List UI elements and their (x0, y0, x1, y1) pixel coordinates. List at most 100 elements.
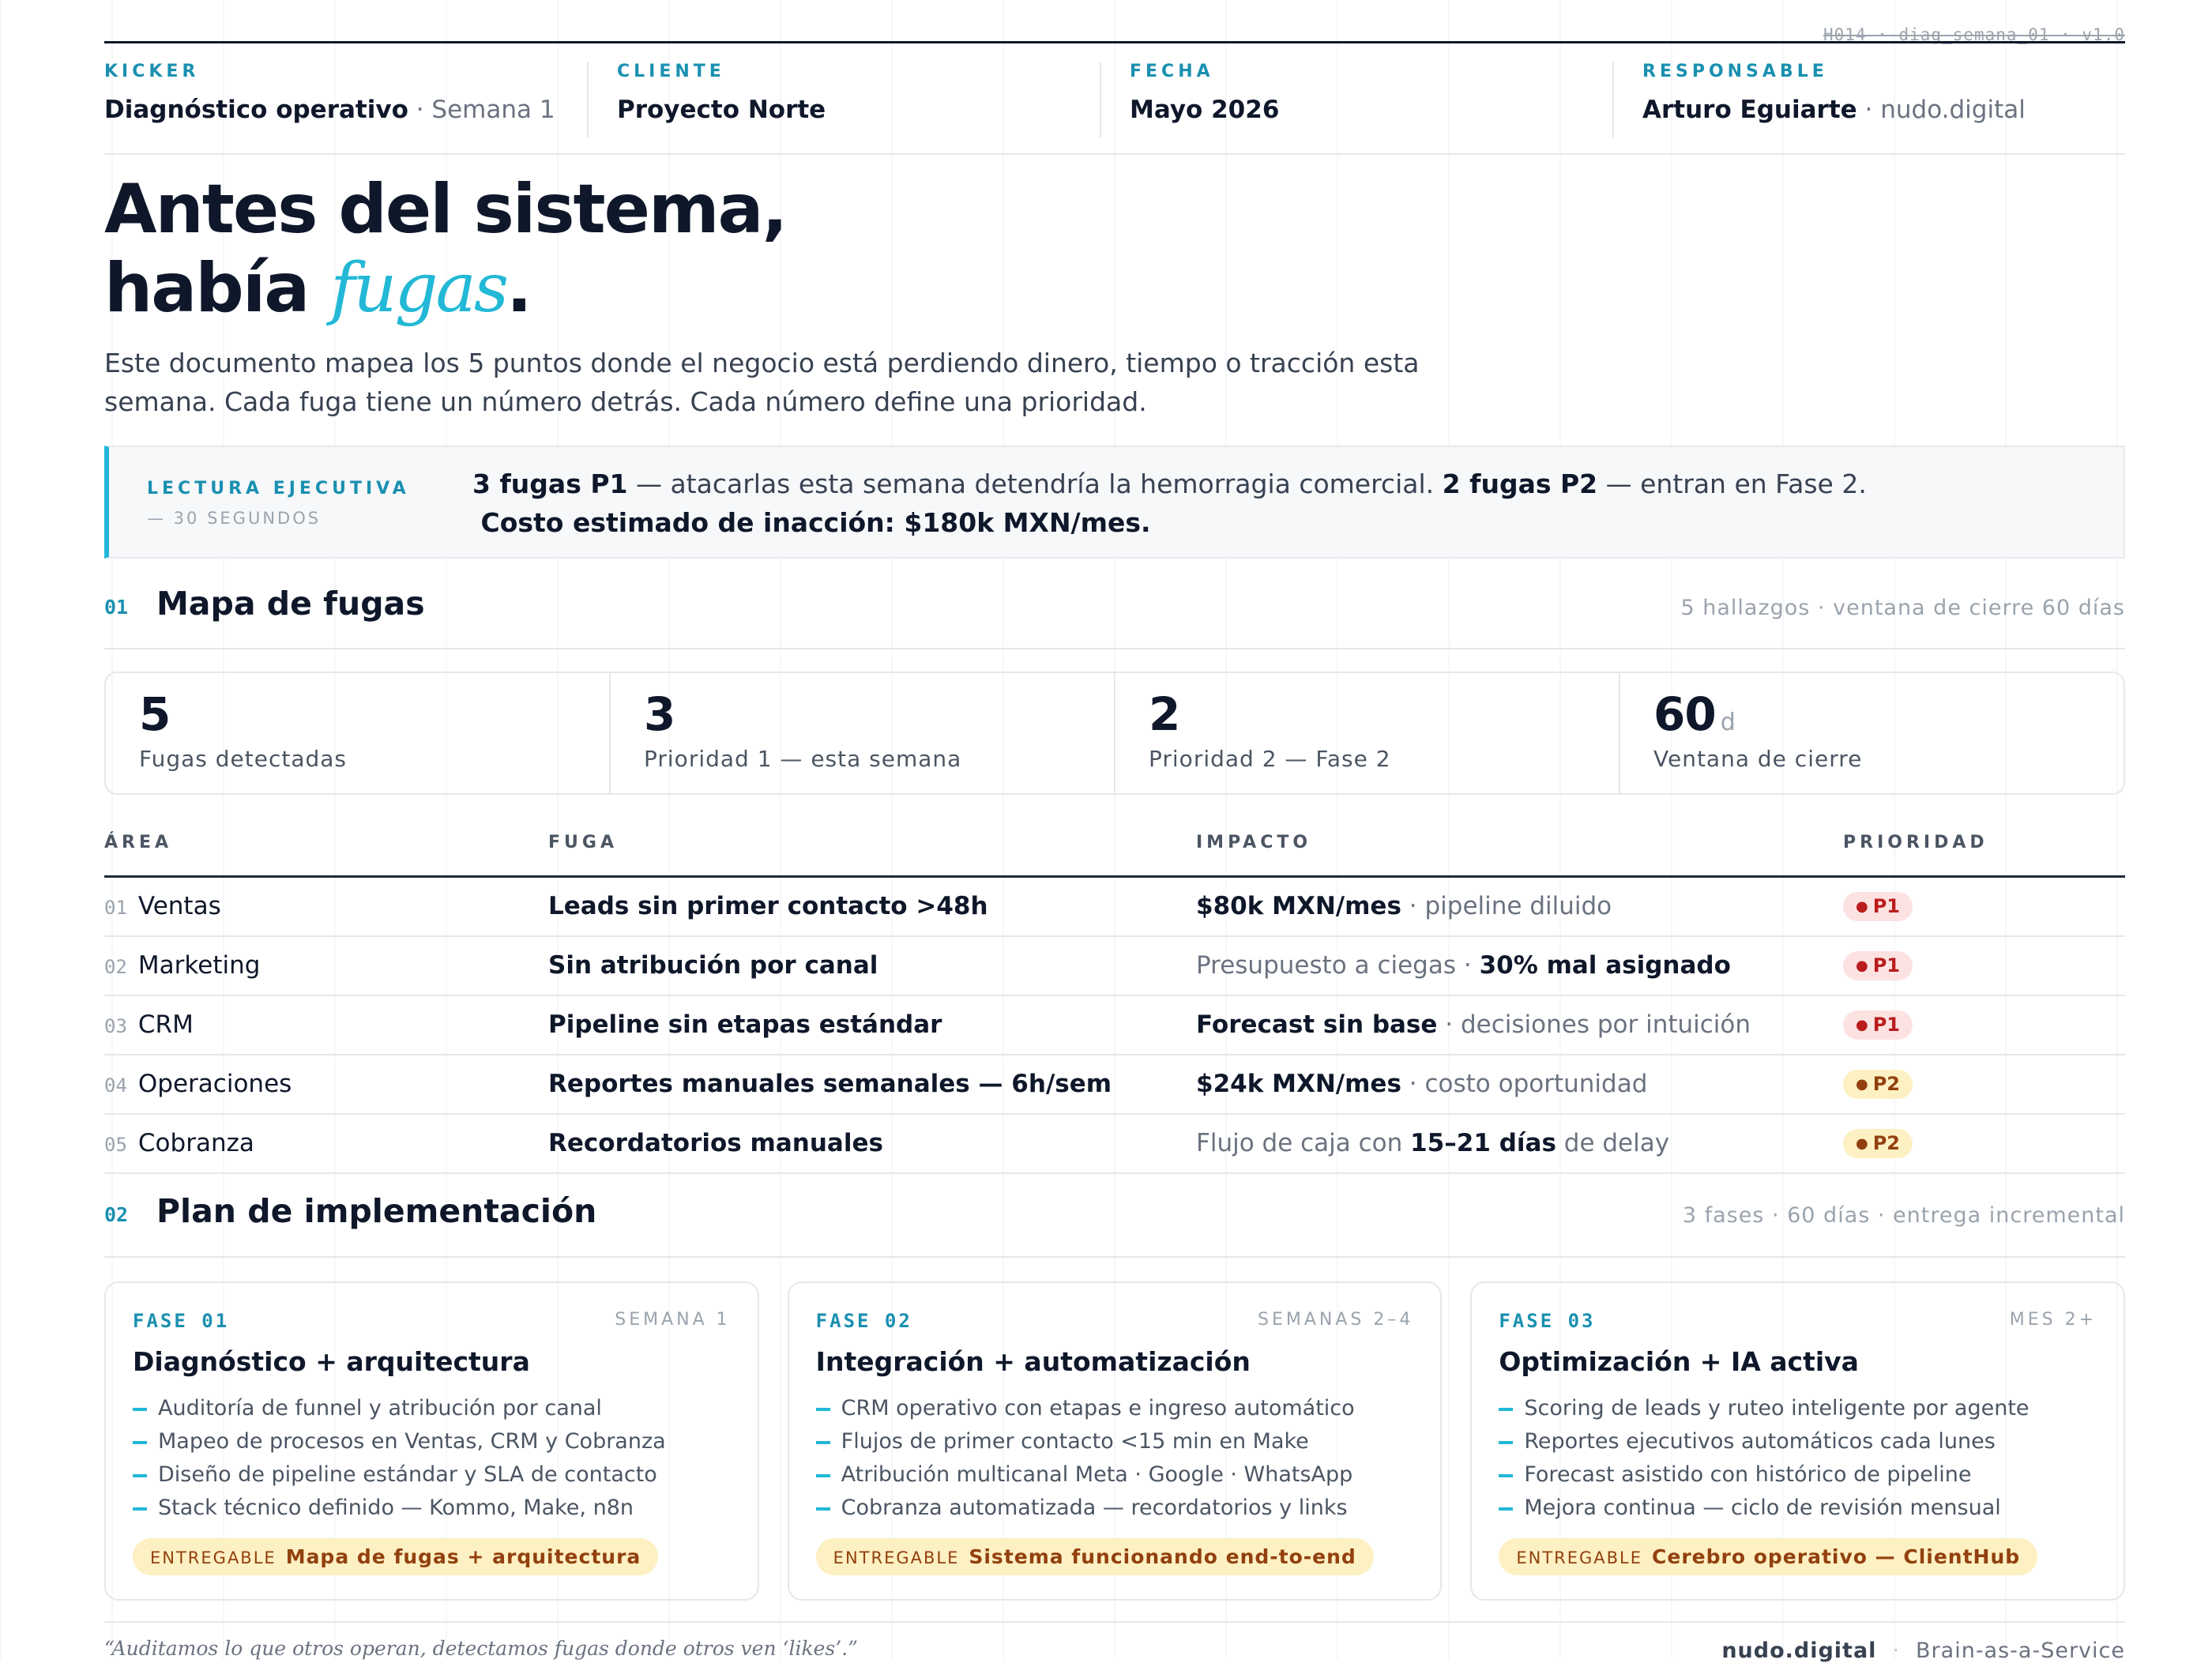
phase-title: Diagnóstico + arquitectura (133, 1346, 530, 1377)
section-header-leak-map: 01 Mapa de fugas 5 hallazgos · ventana d… (104, 581, 2125, 629)
priority-badge: ● P1 (1843, 1010, 1913, 1040)
meta-label: CLIENTE (617, 62, 725, 81)
phase-card: FASE 01 SEMANA 1 Diagnóstico + arquitect… (104, 1281, 759, 1601)
phase-card: FASE 02 SEMANAS 2–4 Integración + automa… (787, 1281, 1443, 1601)
section-number: 01 (104, 596, 129, 619)
hero-accent-word: fugas (330, 249, 509, 328)
exec-text: 3 fugas P1 — atacarlas esta semana deten… (472, 468, 1867, 538)
cell-priority: ● P2 (1843, 1127, 1913, 1158)
dash-icon (1499, 1507, 1514, 1511)
list-item: Reportes ejecutivos automáticos cada lun… (1499, 1425, 2108, 1458)
list-item: Diseño de pipeline estándar y SLA de con… (133, 1458, 742, 1492)
table-row: 01 Ventas Leads sin primer contacto >48h … (104, 878, 2125, 937)
meta-label: RESPONSABLE (1642, 62, 1828, 81)
brand-tagline: Brain-as-a-Service (1916, 1639, 2125, 1663)
phase-card: FASE 03 MES 2+ Optimización + IA activa … (1470, 1281, 2126, 1601)
stat-label: Ventana de cierre (1653, 746, 1863, 772)
cell-area: 03 CRM (104, 1010, 194, 1039)
phase-title: Integración + automatización (815, 1346, 1251, 1377)
phase-title: Optimización + IA activa (1499, 1346, 1859, 1377)
dash-icon (133, 1407, 147, 1411)
meta-label: FECHA (1130, 62, 1214, 81)
stat-label: Fugas detectadas (139, 746, 347, 772)
phases-row: FASE 01 SEMANA 1 Diagnóstico + arquitect… (104, 1281, 2126, 1601)
cell-leak: Pipeline sin etapas estándar (548, 1010, 942, 1039)
list-item: Flujos de primer contacto <15 min en Mak… (815, 1425, 1425, 1458)
dash-icon (815, 1507, 830, 1511)
stat-card: 5 Fugas detectadas (106, 673, 609, 793)
cell-area: 04 Operaciones (104, 1070, 292, 1098)
table-row: 03 CRM Pipeline sin etapas estándar Forec… (104, 996, 2125, 1055)
list-item: Mejora continua — ciclo de revisión mens… (1499, 1492, 2108, 1525)
list-item: Atribución multicanal Meta · Google · Wh… (815, 1458, 1425, 1492)
list-item: Cobranza automatizada — recordatorios y … (815, 1492, 1425, 1525)
cell-impact: Flujo de caja con 15–21 días de delay (1196, 1129, 1670, 1157)
phase-number: FASE 03 (1499, 1310, 1596, 1332)
divider (104, 153, 2125, 155)
document-page: H014 · diag_semana_01 · v1.0 KICKER Diag… (104, 0, 2126, 1663)
lede-paragraph: Este documento mapea los 5 puntos donde … (104, 348, 1420, 417)
meta-label: KICKER (104, 62, 200, 81)
dash-icon (815, 1440, 830, 1444)
cell-priority: ● P1 (1843, 890, 1913, 921)
stat-label: Prioridad 2 — Fase 2 (1149, 746, 1391, 772)
stat-label: Prioridad 1 — esta semana (644, 746, 962, 772)
exec-label: LECTURA EJECUTIVA (147, 479, 410, 499)
stat-card: 3 Prioridad 1 — esta semana (609, 673, 1114, 793)
list-item: Mapeo de procesos en Ventas, CRM y Cobra… (133, 1425, 742, 1458)
dash-icon (1499, 1440, 1514, 1444)
priority-badge: ● P1 (1843, 951, 1913, 980)
divider (104, 648, 2125, 649)
meta-value: Diagnóstico operativo · Semana 1 (104, 96, 555, 124)
phase-items: Scoring de leads y ruteo inteligente por… (1499, 1392, 2108, 1525)
dash-icon (133, 1507, 147, 1511)
phase-number: FASE 02 (815, 1310, 912, 1332)
hero-title: Antes del sistema, había fugas. (104, 170, 788, 328)
cell-area: 05 Cobranza (104, 1129, 254, 1157)
column-header-priority: PRIORIDAD (1843, 833, 1988, 852)
table-row: 02 Marketing Sin atribución por canal Pre… (104, 937, 2125, 996)
table-row: 05 Cobranza Recordatorios manuales Flujo … (104, 1115, 2125, 1174)
cell-area: 02 Marketing (104, 951, 261, 980)
deliverable-badge: ENTREGABLE Cerebro operativo — ClientHub (1499, 1538, 2038, 1575)
cell-impact: Presupuesto a ciegas · 30% mal asignado (1196, 951, 1731, 980)
dash-icon (815, 1473, 830, 1477)
stat-card: 60 d Ventana de cierre (1619, 673, 2124, 793)
stat-value: 2 (1149, 687, 1180, 741)
stat-value: 5 (139, 687, 171, 741)
section-note: 3 fases · 60 días · entrega incremental (1682, 1203, 2125, 1228)
leaks-table: ÁREA FUGA IMPACTO PRIORIDAD 01 Ventas Lea… (104, 822, 2125, 1174)
dash-icon (133, 1473, 147, 1477)
divider (104, 1256, 2125, 1258)
cell-impact: Forecast sin base · decisiones por intui… (1196, 1010, 1751, 1039)
column-header-impact: IMPACTO (1196, 833, 1312, 852)
executive-summary-callout: LECTURA EJECUTIVA — 30 SEGUNDOS 3 fugas … (104, 446, 2125, 559)
cell-leak: Sin atribución por canal (548, 951, 878, 980)
list-item: Stack técnico definido — Kommo, Make, n8… (133, 1492, 742, 1525)
stat-card: 2 Prioridad 2 — Fase 2 (1114, 673, 1619, 793)
meta-kicker: KICKER Diagnóstico operativo · Semana 1 (104, 62, 587, 137)
phase-timing: SEMANAS 2–4 (1257, 1310, 1414, 1330)
cell-leak: Reportes manuales semanales — 6h/sem (548, 1070, 1112, 1098)
brand-name: nudo.digital (1721, 1639, 1877, 1663)
deliverable-badge: ENTREGABLE Sistema funcionando end-to-end (815, 1538, 1374, 1575)
meta-bar: KICKER Diagnóstico operativo · Semana 1 … (104, 62, 2125, 137)
cell-leak: Leads sin primer contacto >48h (548, 892, 988, 920)
priority-badge: ● P2 (1843, 1129, 1913, 1158)
cell-impact: $24k MXN/mes · costo oportunidad (1196, 1070, 1648, 1098)
section-header-implementation-plan: 02 Plan de implementación 3 fases · 60 d… (104, 1189, 2125, 1236)
top-rule (104, 41, 2125, 43)
phase-timing: SEMANA 1 (615, 1310, 731, 1330)
deliverable-badge: ENTREGABLE Mapa de fugas + arquitectura (133, 1538, 659, 1575)
column-header-leak: FUGA (548, 833, 618, 852)
dash-icon (133, 1440, 147, 1444)
footer-brand: nudo.digital · Brain-as-a-Service (1721, 1639, 2125, 1663)
footer-quote: “Auditamos lo que otros operan, detectam… (104, 1637, 858, 1660)
phase-timing: MES 2+ (2009, 1310, 2097, 1330)
priority-badge: ● P2 (1843, 1070, 1913, 1099)
phase-items: CRM operativo con etapas e ingreso autom… (815, 1392, 1425, 1525)
column-header-area: ÁREA (104, 833, 173, 852)
priority-badge: ● P1 (1843, 892, 1913, 921)
table-row: 04 Operaciones Reportes manuales semanale… (104, 1055, 2125, 1115)
cell-leak: Recordatorios manuales (548, 1129, 883, 1157)
